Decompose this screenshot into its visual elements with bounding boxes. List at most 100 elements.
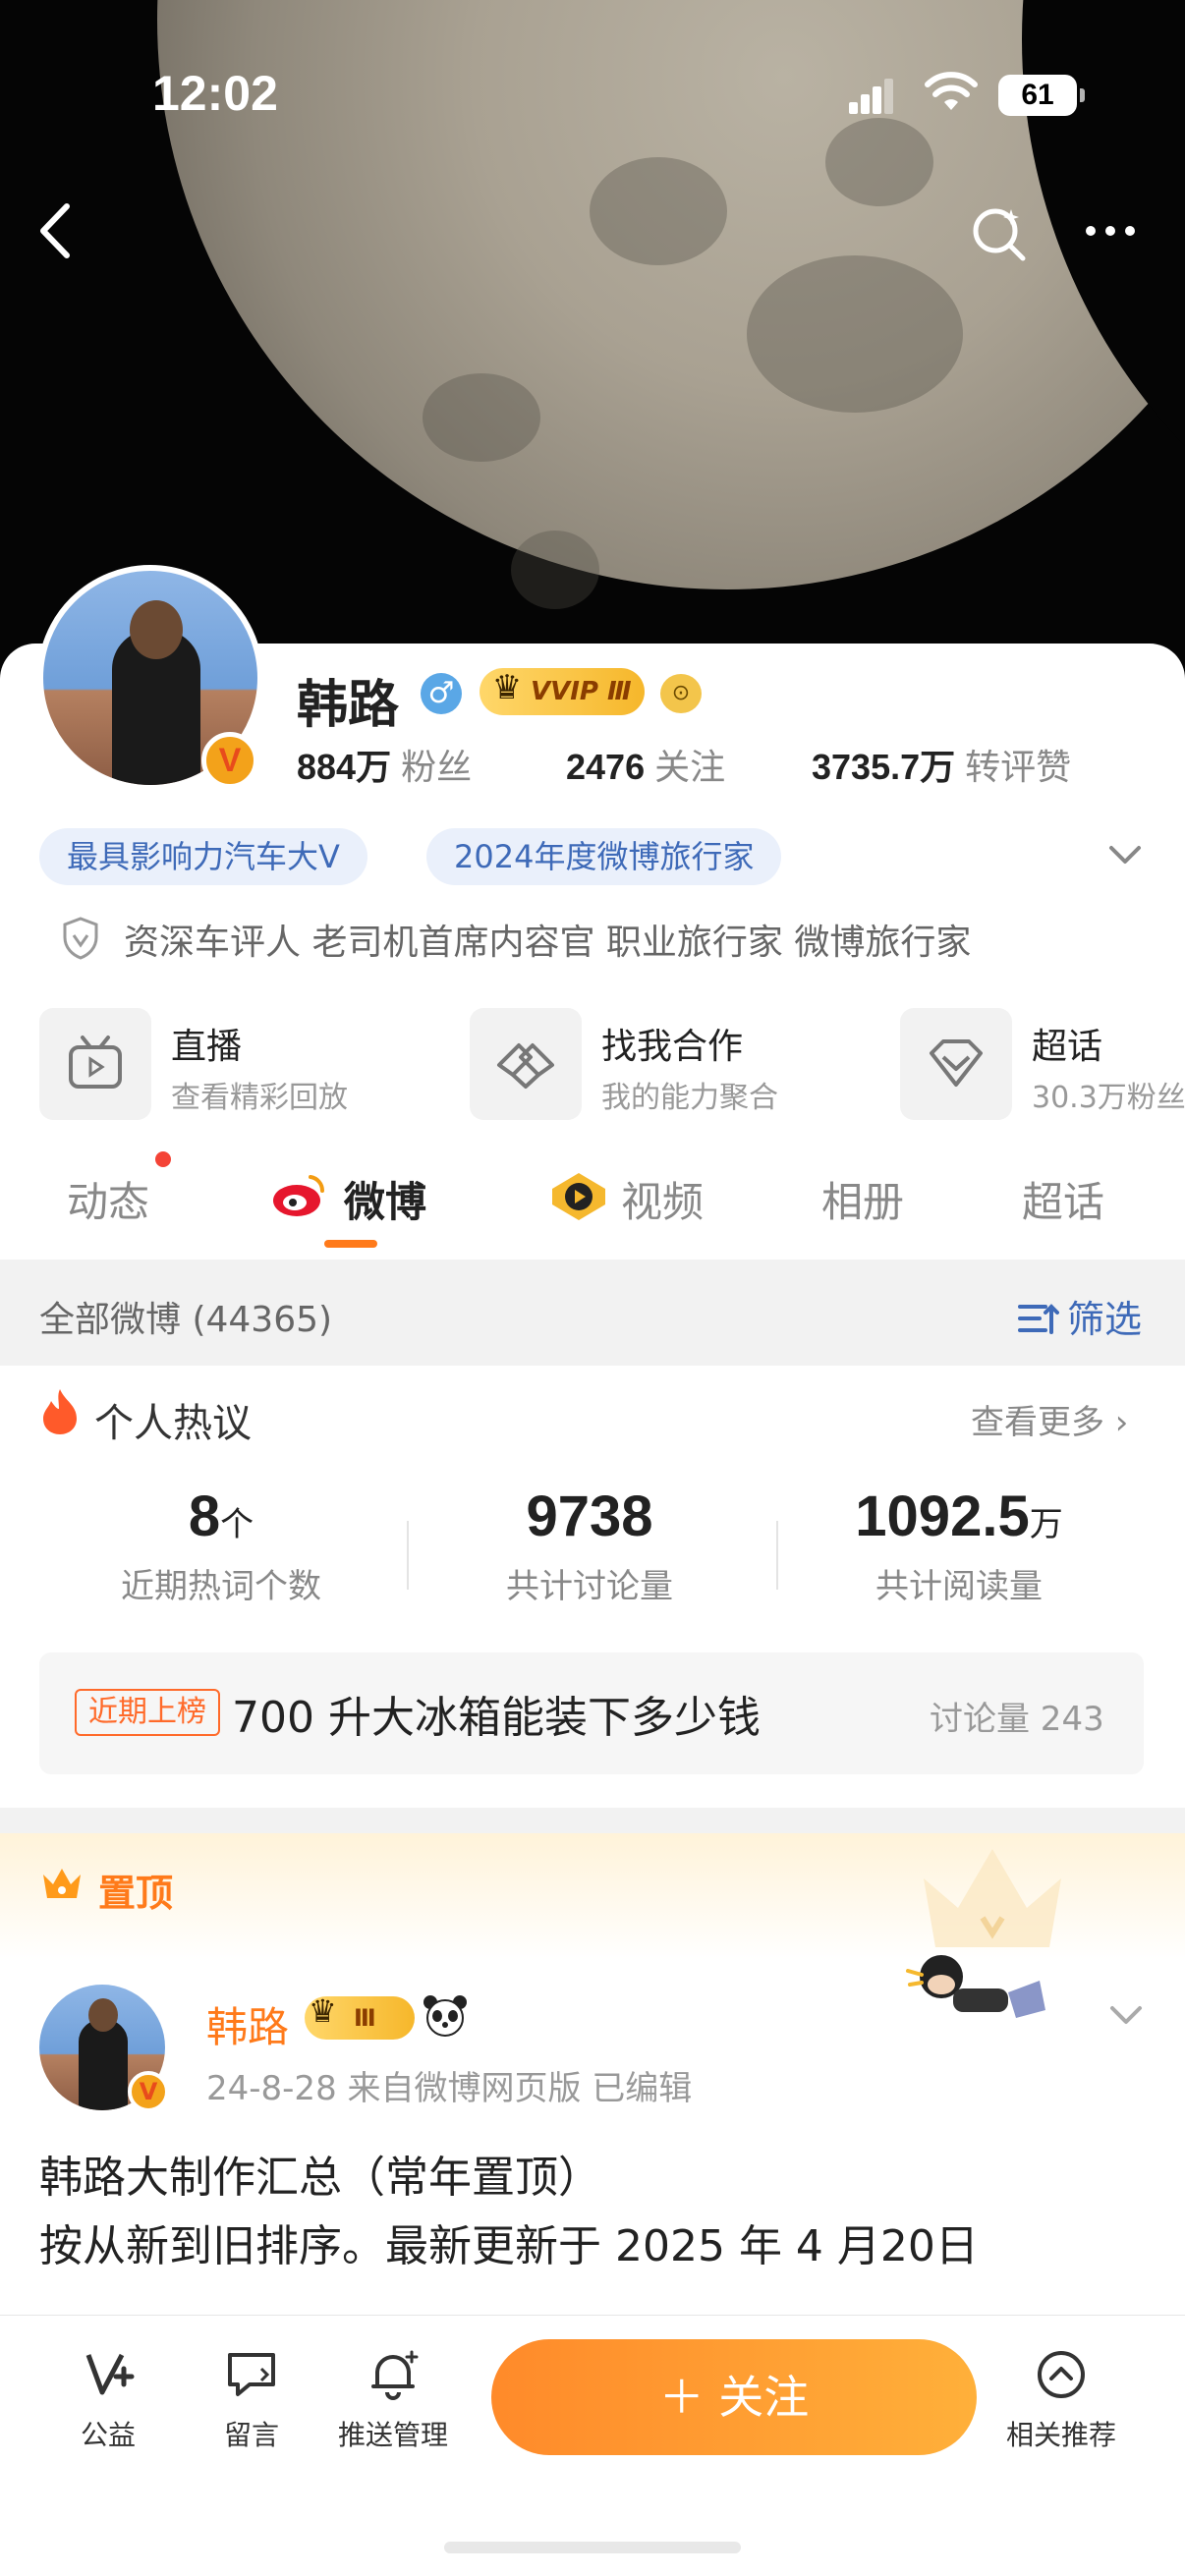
- feature-subtitle: 查看精彩回放: [171, 1081, 348, 1115]
- verified-badge-icon: V: [128, 2071, 169, 2112]
- profile-bio: 资深车评人 老司机首席内容官 职业旅行家 微博旅行家: [124, 923, 972, 963]
- pinned-crown-decoration-icon: [924, 1849, 1061, 1947]
- feature-supertopic[interactable]: 超话 30.3万粉丝: [900, 1008, 1185, 1120]
- status-bar: 12:02 61: [0, 0, 1185, 187]
- metric-label: 共计阅读量: [875, 1567, 1043, 1606]
- post-meta: 24-8-28 来自微博网页版 已编辑: [206, 2069, 693, 2108]
- following-count: 2476: [566, 747, 646, 787]
- charity-v-icon: [85, 2353, 135, 2395]
- fans-count: 884万: [297, 747, 392, 787]
- metric-value: 9738: [526, 1484, 653, 1548]
- feature-title: 直播: [171, 1027, 243, 1067]
- filter-button[interactable]: 筛选: [1067, 1289, 1142, 1343]
- status-time: 12:02: [152, 66, 278, 121]
- filter-bar: 全部微博 (44365) 筛选: [0, 1260, 1185, 1366]
- moon-crater: [423, 373, 540, 462]
- tv-icon: [69, 1036, 122, 1089]
- metric-unit: 万: [1029, 1505, 1063, 1544]
- divider: [776, 1521, 778, 1590]
- metric-reads: 1092.5万 共计阅读量: [782, 1484, 1136, 1607]
- bottom-item-label: 公益: [80, 2419, 136, 2451]
- following-stat[interactable]: 2476 关注: [566, 739, 725, 790]
- follow-button[interactable]: ＋ 关注: [491, 2339, 977, 2455]
- wifi-icon: [925, 72, 978, 110]
- hot-topic-text: 700 升大冰箱能装下多少钱: [232, 1693, 761, 1743]
- bottom-item-label: 相关推荐: [1005, 2419, 1116, 2451]
- metric-value: 1092.5: [855, 1484, 1030, 1548]
- moon-crater: [747, 255, 963, 413]
- feature-subtitle: 30.3万粉丝: [1032, 1081, 1185, 1115]
- charity-button[interactable]: 公益: [49, 2347, 167, 2453]
- interactions-count: 3735.7万: [812, 747, 956, 787]
- all-weibo-count: 全部微博 (44365): [39, 1300, 333, 1340]
- feature-icon-box: [470, 1008, 582, 1120]
- bottom-item-label: 推送管理: [337, 2419, 448, 2451]
- tab-video[interactable]: 视频: [621, 1169, 704, 1229]
- feature-title: 超话: [1032, 1027, 1103, 1067]
- chevron-down-icon[interactable]: [1106, 2000, 1146, 2030]
- home-indicator: [444, 2542, 741, 2553]
- message-icon: [228, 2353, 275, 2396]
- avatar-head: [130, 600, 183, 659]
- handshake-icon: [497, 1043, 554, 1089]
- post-author-name[interactable]: 韩路: [206, 1994, 289, 2054]
- metric-unit: 个: [220, 1505, 254, 1544]
- post-text-line: 韩路大制作汇总（常年置顶）: [39, 2153, 601, 2203]
- hot-topic-card[interactable]: 近期上榜 700 升大冰箱能装下多少钱 讨论量 243: [39, 1652, 1144, 1774]
- profile-tabs: 动态 微博 视频 相册 超话: [0, 1120, 1185, 1258]
- bottom-action-bar: 公益 留言 推送管理 ＋ 关注 相关推荐: [0, 2315, 1185, 2576]
- tag-auto-influencer[interactable]: 最具影响力汽车大V: [39, 828, 367, 885]
- see-more-link[interactable]: 查看更多 ›: [971, 1395, 1128, 1443]
- comment-button[interactable]: 留言: [193, 2347, 310, 2453]
- interactions-label: 转评赞: [965, 748, 1072, 788]
- chevron-down-icon[interactable]: [1105, 840, 1145, 869]
- diamond-icon: [930, 1039, 983, 1087]
- tab-feed[interactable]: 动态: [67, 1169, 149, 1229]
- cellular-signal-icon: [849, 77, 894, 114]
- tab-supertopic[interactable]: 超话: [1022, 1169, 1104, 1229]
- metric-hot-words: 8个 近期热词个数: [44, 1484, 398, 1607]
- panda-icon: [423, 1995, 467, 2037]
- male-gender-icon: ♂: [421, 673, 462, 714]
- fans-stat[interactable]: 884万 粉丝: [297, 739, 472, 790]
- crown-icon: ♛: [309, 1992, 337, 2030]
- related-recommend-button[interactable]: 相关推荐: [1002, 2347, 1120, 2453]
- pinned-label: 置顶: [98, 1872, 174, 1915]
- feature-live[interactable]: 直播 查看精彩回放: [39, 1008, 432, 1120]
- tab-album[interactable]: 相册: [821, 1169, 904, 1229]
- feature-icon-box: [39, 1008, 151, 1120]
- post-text-line: 按从新到旧排序。最新更新于 2025 年 4 月20日: [39, 2221, 979, 2271]
- search-icon[interactable]: [968, 201, 1031, 264]
- bell-icon: [371, 2350, 419, 2400]
- divider: [407, 1521, 409, 1590]
- fans-label: 粉丝: [401, 748, 473, 788]
- hot-topic-count: 讨论量 243: [930, 1700, 1104, 1739]
- tag-travel-2024[interactable]: 2024年度微博旅行家: [426, 828, 782, 885]
- feature-cooperation[interactable]: 找我合作 我的能力聚合: [470, 1008, 882, 1120]
- crown-icon: [43, 1869, 81, 1898]
- push-settings-button[interactable]: 推送管理: [334, 2347, 452, 2453]
- more-icon[interactable]: [1081, 206, 1140, 255]
- filter-icon[interactable]: [1016, 1299, 1059, 1338]
- interactions-stat[interactable]: 3735.7万 转评赞: [812, 739, 1071, 790]
- metric-label: 共计讨论量: [506, 1567, 673, 1606]
- active-tab-indicator: [324, 1240, 377, 1248]
- profile-name: 韩路: [297, 676, 400, 735]
- feature-icon-box: [900, 1008, 1012, 1120]
- tab-weibo[interactable]: 微博: [344, 1169, 426, 1229]
- shield-icon: [63, 917, 98, 960]
- lock-badge-icon[interactable]: ⊙: [660, 674, 702, 713]
- back-icon[interactable]: [29, 196, 88, 265]
- video-tab-icon: [552, 1173, 605, 1220]
- crown-icon: ♛: [491, 668, 523, 707]
- metric-discussions: 9738 共计讨论量: [413, 1484, 766, 1607]
- following-label: 关注: [654, 748, 726, 788]
- feature-title: 找我合作: [601, 1027, 744, 1067]
- notification-dot: [155, 1151, 171, 1167]
- verified-badge-icon: V: [201, 732, 258, 789]
- moon-crater: [511, 531, 599, 609]
- fire-icon: [43, 1389, 77, 1434]
- recent-ranked-badge: 近期上榜: [75, 1689, 220, 1736]
- hot-section-title: 个人热议: [94, 1401, 252, 1446]
- weibo-logo-icon: [273, 1175, 325, 1216]
